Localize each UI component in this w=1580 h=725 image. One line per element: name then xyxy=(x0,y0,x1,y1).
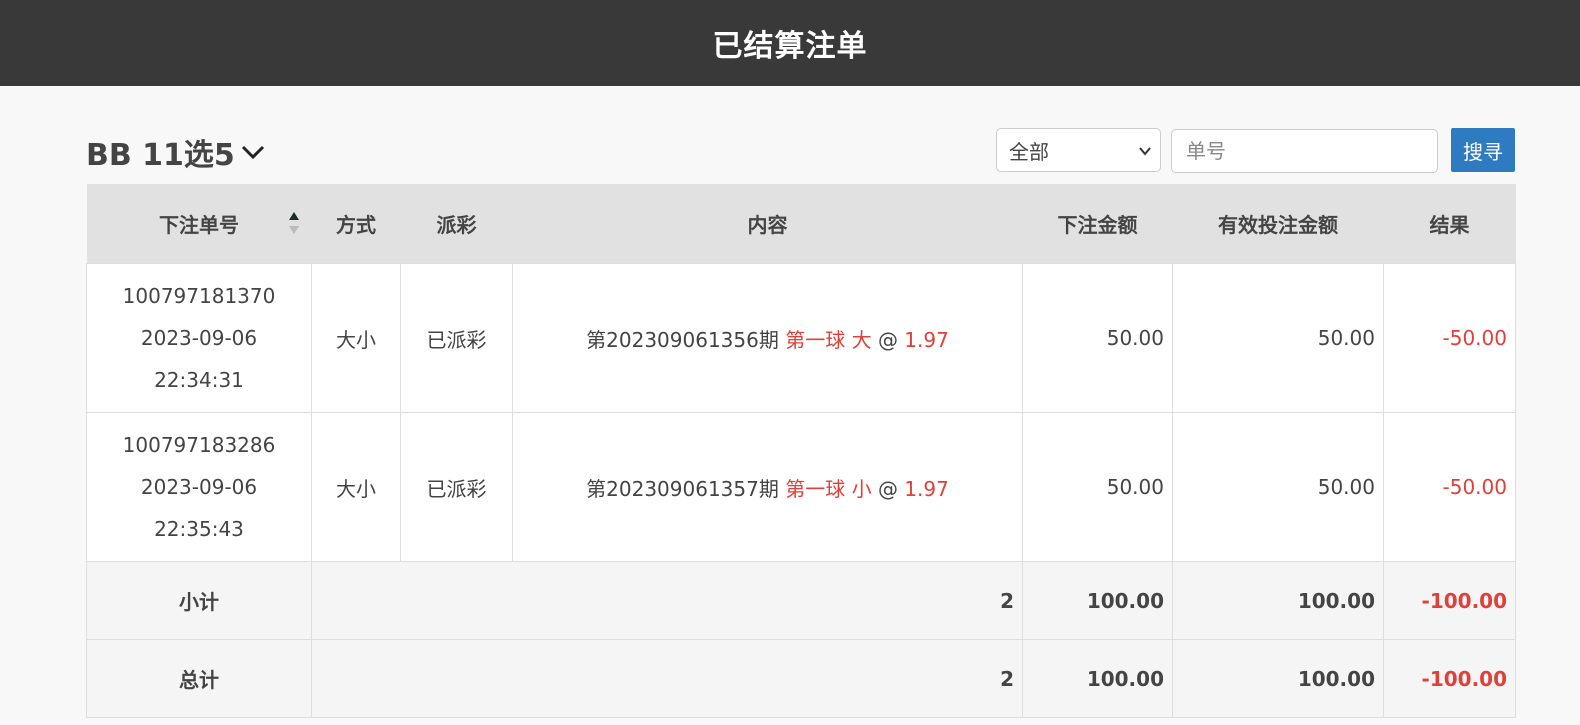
game-selector[interactable]: BB 11选5 xyxy=(86,130,265,174)
method-cell: 大小 xyxy=(311,412,401,562)
column-header-result: 结果 xyxy=(1383,184,1516,264)
subtotal-count: 2 xyxy=(311,561,1023,640)
column-header-valid-amount: 有效投注金额 xyxy=(1172,184,1384,264)
total-row: 总计 2 100.00 100.00 -100.00 xyxy=(86,639,1516,718)
column-header-content: 内容 xyxy=(512,184,1023,264)
result-cell: -50.00 xyxy=(1383,263,1516,413)
content-cell: 第202309061357期 第一球 小 @ 1.97 xyxy=(512,412,1023,562)
subtotal-label: 小计 xyxy=(86,561,312,640)
at-sign: @ xyxy=(877,327,898,352)
content-cell: 第202309061356期 第一球 大 @ 1.97 xyxy=(512,263,1023,413)
at-sign: @ xyxy=(877,476,898,501)
order-id: 100797181370 xyxy=(122,284,276,308)
method-cell: 大小 xyxy=(311,263,401,413)
column-header-order-id[interactable]: 下注单号 xyxy=(86,184,312,264)
search-button[interactable]: 搜寻 xyxy=(1451,128,1515,172)
order-cell: 100797181370 2023-09-06 22:34:31 xyxy=(86,263,312,413)
amount-cell: 50.00 xyxy=(1022,263,1173,413)
bet-table: 下注单号 方式 派彩 内容 下注金额 有效投注金额 结果 10079718137… xyxy=(86,184,1516,718)
status-filter-select[interactable]: 全部 xyxy=(996,128,1161,172)
column-header-label: 下注单号 xyxy=(159,213,239,237)
total-valid-amount: 100.00 xyxy=(1172,639,1384,718)
page-header: 已结算注单 xyxy=(0,0,1580,86)
chevron-down-icon xyxy=(1139,147,1151,156)
table-row: 100797181370 2023-09-06 22:34:31 大小 已派彩 … xyxy=(86,263,1516,413)
subtotal-result: -100.00 xyxy=(1383,561,1516,640)
amount-cell: 50.00 xyxy=(1022,412,1173,562)
order-id: 100797183286 xyxy=(122,433,276,457)
order-date: 2023-09-06 xyxy=(140,326,258,350)
total-result: -100.00 xyxy=(1383,639,1516,718)
total-count: 2 xyxy=(311,639,1023,718)
column-header-payout: 派彩 xyxy=(400,184,513,264)
period-text: 第202309061357期 xyxy=(586,476,779,501)
subtotal-valid-amount: 100.00 xyxy=(1172,561,1384,640)
filter-selected-value: 全部 xyxy=(1009,139,1049,164)
table-header-row: 下注单号 方式 派彩 内容 下注金额 有效投注金额 结果 xyxy=(86,184,1516,264)
bet-selection: 第一球 大 xyxy=(785,327,872,352)
order-time: 22:34:31 xyxy=(154,368,244,392)
order-date: 2023-09-06 xyxy=(140,475,258,499)
sort-icon[interactable] xyxy=(288,211,300,235)
valid-amount-cell: 50.00 xyxy=(1172,263,1384,413)
table-row: 100797183286 2023-09-06 22:35:43 大小 已派彩 … xyxy=(86,412,1516,562)
valid-amount-cell: 50.00 xyxy=(1172,412,1384,562)
order-number-input[interactable] xyxy=(1171,129,1438,173)
chevron-down-icon xyxy=(241,145,264,160)
column-header-method: 方式 xyxy=(311,184,401,264)
odds-value: 1.97 xyxy=(904,476,949,501)
total-label: 总计 xyxy=(86,639,312,718)
game-name: BB 11选5 xyxy=(86,138,235,173)
subtotal-amount: 100.00 xyxy=(1022,561,1173,640)
subtotal-row: 小计 2 100.00 100.00 -100.00 xyxy=(86,561,1516,640)
payout-cell: 已派彩 xyxy=(400,263,513,413)
order-time: 22:35:43 xyxy=(154,517,244,541)
odds-value: 1.97 xyxy=(904,327,949,352)
result-cell: -50.00 xyxy=(1383,412,1516,562)
period-text: 第202309061356期 xyxy=(586,327,779,352)
order-cell: 100797183286 2023-09-06 22:35:43 xyxy=(86,412,312,562)
payout-cell: 已派彩 xyxy=(400,412,513,562)
page-title: 已结算注单 xyxy=(712,29,868,64)
column-header-amount: 下注金额 xyxy=(1022,184,1173,264)
total-amount: 100.00 xyxy=(1022,639,1173,718)
bet-selection: 第一球 小 xyxy=(785,476,872,501)
